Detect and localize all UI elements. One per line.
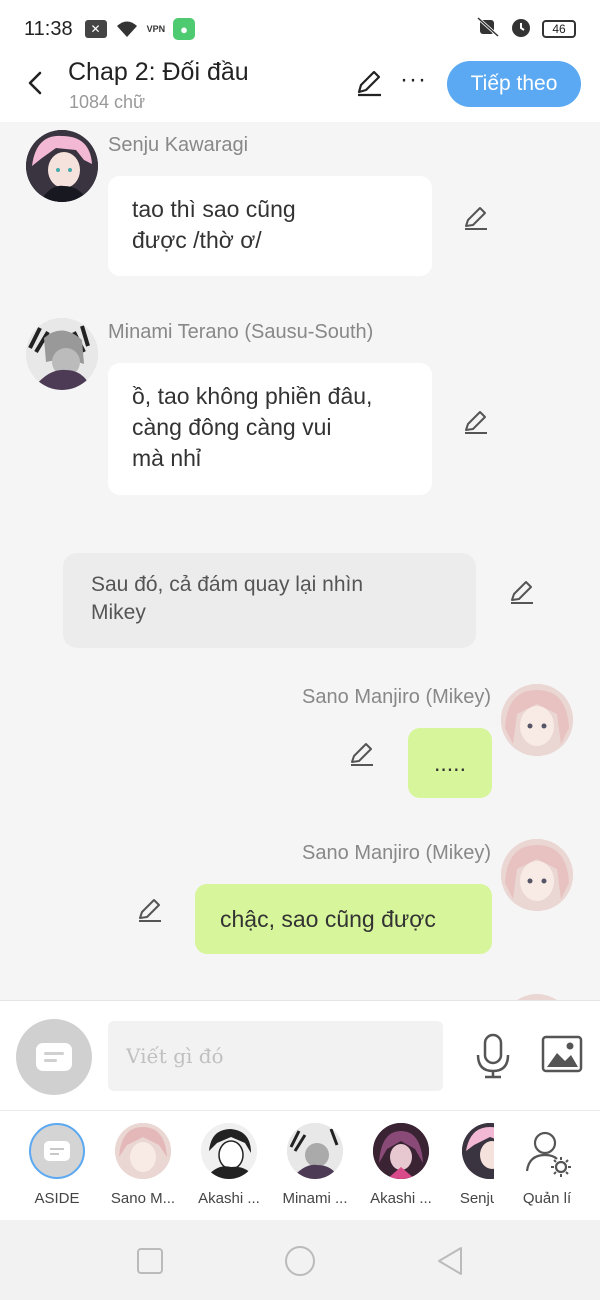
character-label: ASIDE: [34, 1190, 80, 1207]
avatar: [201, 1123, 257, 1179]
home-icon[interactable]: [283, 1244, 317, 1278]
avatar-mikey[interactable]: [501, 684, 573, 756]
character-sano[interactable]: Sano M...: [100, 1123, 186, 1215]
message-bubble[interactable]: ồ, tao không phiền đâu, càng đông càng v…: [108, 363, 432, 495]
character-selector: ASIDE Sano M... Akashi ... Minami ... Ak…: [0, 1110, 600, 1220]
edit-message-pencil-icon[interactable]: [348, 740, 376, 768]
sender-name: Sano Manjiro (Mikey): [302, 686, 491, 708]
chapter-title: Chap 2: Đối đầu: [68, 58, 249, 86]
recent-apps-icon[interactable]: [133, 1244, 167, 1278]
edit-message-pencil-icon[interactable]: [462, 204, 490, 232]
more-options-icon[interactable]: ···: [400, 68, 427, 92]
composer-bar: [0, 1000, 600, 1110]
character-label: Akashi ...: [198, 1190, 260, 1207]
edit-message-pencil-icon[interactable]: [462, 408, 490, 436]
avatar-senju[interactable]: [26, 130, 98, 202]
self-message-bubble[interactable]: .....: [408, 728, 492, 798]
narration-bubble[interactable]: Sau đó, cả đám quay lại nhìn Mikey: [63, 553, 476, 648]
battery-icon: 46: [542, 20, 576, 38]
back-nav-icon[interactable]: [433, 1244, 467, 1278]
microphone-icon[interactable]: [474, 1033, 512, 1079]
aside-avatar: [29, 1123, 85, 1179]
wifi-icon: [115, 19, 139, 39]
character-aside[interactable]: ASIDE: [14, 1123, 100, 1215]
sender-name: Sano Manjiro (Mikey): [302, 842, 491, 864]
status-time: 11:38: [24, 17, 73, 40]
edit-chapter-pencil-icon[interactable]: [354, 68, 384, 98]
status-bar: 11:38 ✕ VPN ● 46: [0, 0, 600, 58]
sender-name: Senju Kawaragi: [108, 134, 249, 156]
notification-close-icon: ✕: [84, 20, 107, 38]
word-count: 1084 chữ: [69, 92, 146, 112]
character-label: Senju: [459, 1190, 494, 1207]
message-text: chậc, sao cũng được: [220, 906, 436, 932]
sender-name: Minami Terano (Sausu-South): [108, 321, 374, 343]
message-input[interactable]: [108, 1021, 443, 1091]
avatar-mikey[interactable]: [501, 839, 573, 911]
message-text: tao thì sao cũng được /thờ ơ/: [132, 196, 296, 253]
character-label: Sano M...: [110, 1190, 176, 1207]
aside-toggle-button[interactable]: [16, 1019, 92, 1095]
character-label: Minami ...: [282, 1190, 348, 1207]
narration-text: Sau đó, cả đám quay lại nhìn Mikey: [91, 573, 364, 624]
system-nav-bar: [0, 1220, 600, 1300]
character-akashi-2[interactable]: Akashi ...: [358, 1123, 444, 1215]
mute-icon: [476, 16, 500, 43]
character-akashi-1[interactable]: Akashi ...: [186, 1123, 272, 1215]
character-senju[interactable]: Senju: [444, 1123, 494, 1215]
alarm-icon: [510, 16, 532, 43]
avatar: [373, 1123, 429, 1179]
chat-area[interactable]: Senju Kawaragi tao thì sao cũng được /th…: [0, 122, 600, 1000]
avatar: [287, 1123, 343, 1179]
edit-message-pencil-icon[interactable]: [136, 896, 164, 924]
app-notification-icon: ●: [173, 18, 196, 40]
back-button[interactable]: [22, 68, 50, 98]
avatar-minami[interactable]: [26, 318, 98, 390]
message-text: .....: [434, 750, 466, 776]
avatar: [115, 1123, 171, 1179]
character-label: Akashi ...: [370, 1190, 432, 1207]
self-message-bubble[interactable]: chậc, sao cũng được: [195, 884, 492, 954]
message-icon: [36, 1043, 72, 1071]
chapter-header: Chap 2: Đối đầu 1084 chữ ··· Tiếp theo: [0, 58, 600, 122]
image-icon[interactable]: [541, 1035, 583, 1073]
character-minami[interactable]: Minami ...: [272, 1123, 358, 1215]
message-bubble[interactable]: tao thì sao cũng được /thờ ơ/: [108, 176, 432, 276]
vpn-icon: VPN: [146, 24, 166, 34]
message-icon: [44, 1141, 70, 1161]
message-text: ồ, tao không phiền đâu, càng đông càng v…: [132, 383, 373, 471]
manage-characters-button[interactable]: Quản lí: [504, 1123, 590, 1215]
next-chapter-button[interactable]: Tiếp theo: [447, 61, 581, 107]
avatar: [462, 1123, 494, 1179]
user-settings-icon: [525, 1131, 571, 1177]
edit-message-pencil-icon[interactable]: [508, 578, 536, 606]
character-label: Quản lí: [522, 1190, 572, 1207]
